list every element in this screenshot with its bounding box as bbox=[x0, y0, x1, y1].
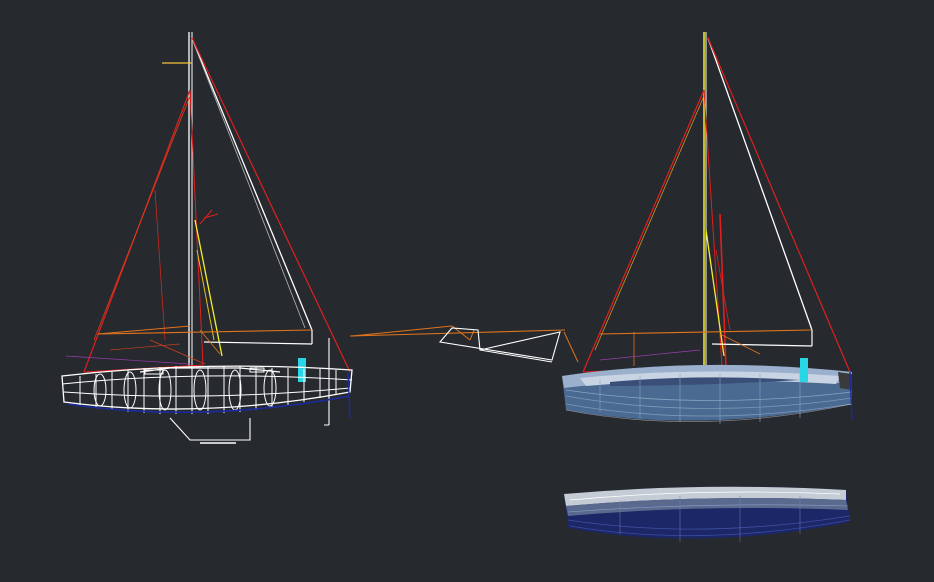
wireframe-hull bbox=[61, 365, 353, 414]
fender-icon bbox=[298, 358, 306, 382]
cad-model-space[interactable] bbox=[0, 0, 934, 582]
keel bbox=[67, 371, 351, 444]
shaded-hull-profile[interactable] bbox=[564, 486, 851, 542]
shaded-hull bbox=[562, 358, 853, 424]
stern-fixture bbox=[298, 338, 330, 426]
wireframe-sailboat[interactable] bbox=[61, 32, 353, 444]
mast bbox=[162, 32, 193, 368]
shaded-main-sail bbox=[705, 37, 851, 373]
loose-boom-parts[interactable] bbox=[349, 325, 579, 363]
shaded-fender-icon bbox=[800, 358, 808, 382]
shaded-sailboat[interactable] bbox=[562, 32, 853, 424]
shaded-jib-sail bbox=[582, 89, 723, 373]
shaded-mast bbox=[703, 32, 707, 366]
